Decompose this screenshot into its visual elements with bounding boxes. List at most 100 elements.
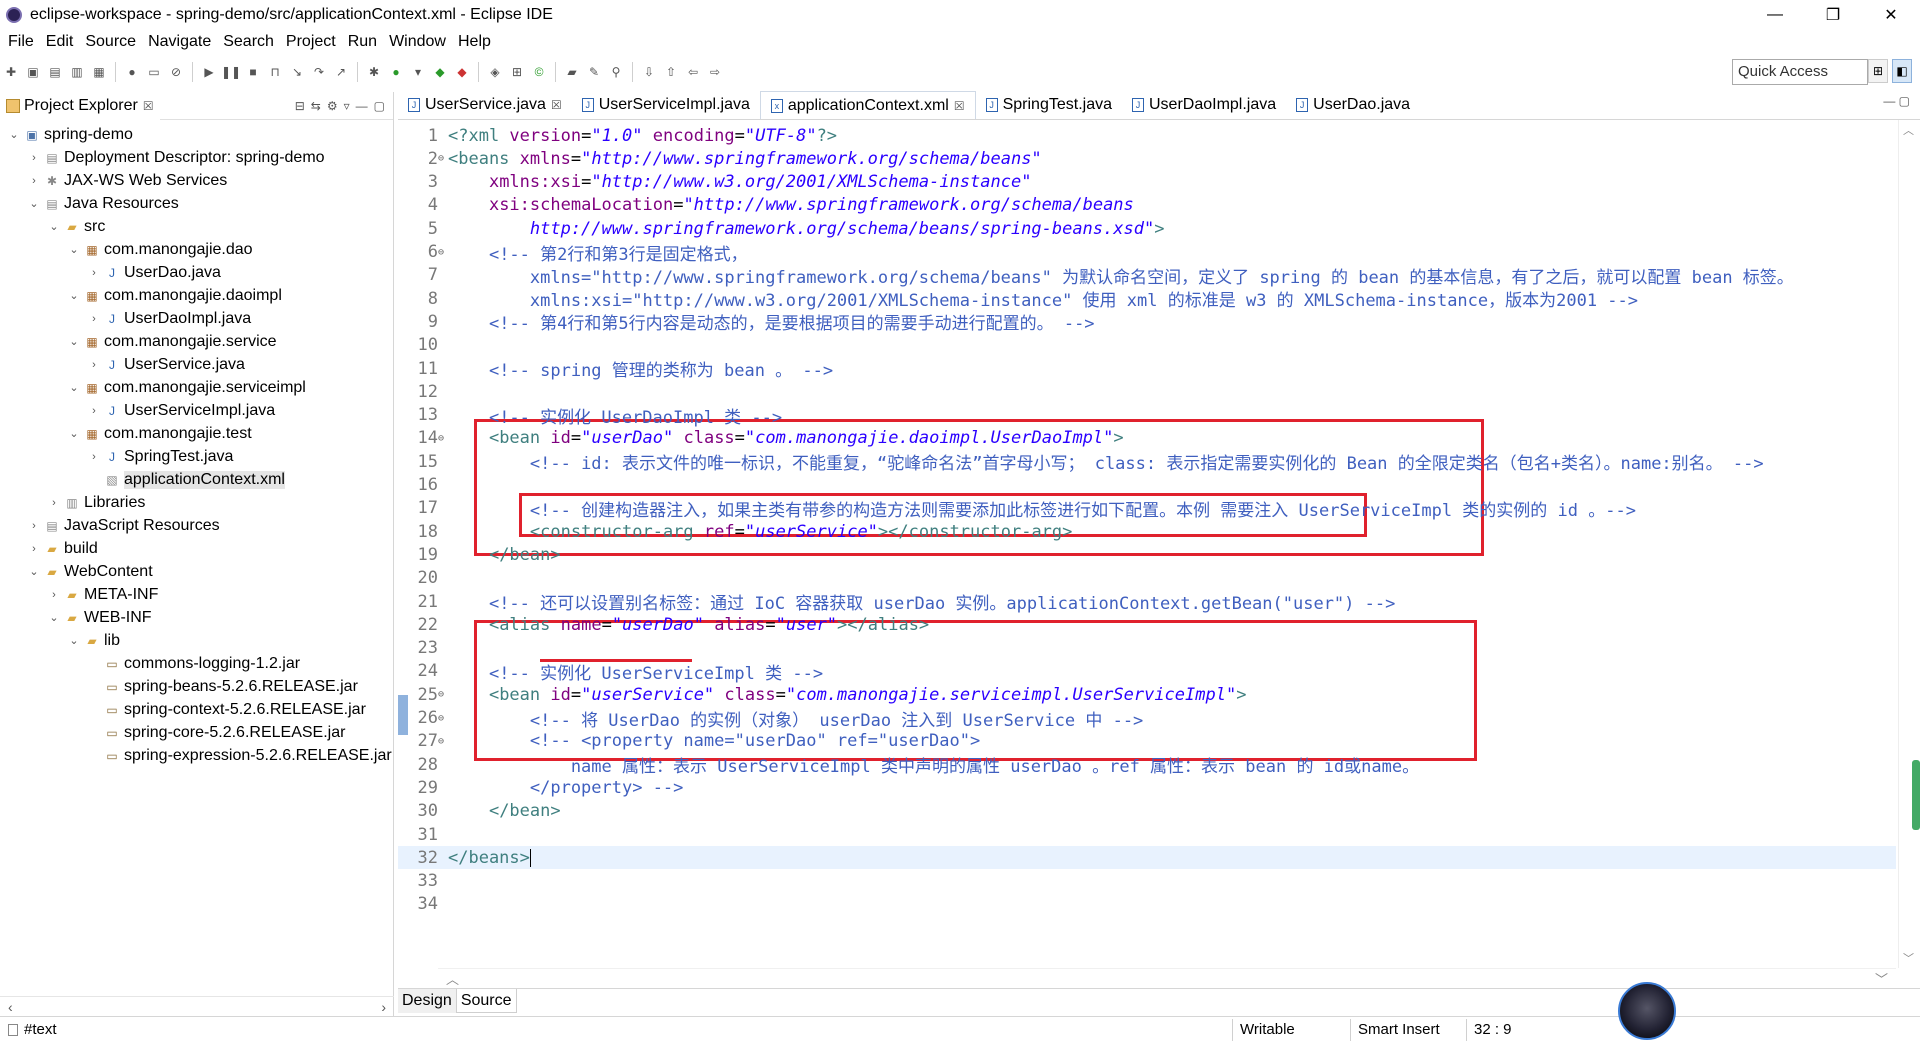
collapsed-chevron-icon[interactable]: › bbox=[86, 405, 102, 417]
back-icon[interactable]: ⇦ bbox=[685, 64, 701, 80]
tree-item[interactable]: ▭ spring-expression-5.2.6.RELEASE.jar bbox=[0, 744, 393, 767]
code-line[interactable]: 21 <!-- 还可以设置别名标签：通过 IoC 容器获取 userDao 实例… bbox=[398, 590, 1896, 615]
collapsed-chevron-icon[interactable]: › bbox=[46, 497, 62, 509]
expanded-chevron-icon[interactable]: ⌄ bbox=[66, 243, 82, 256]
open-perspective-icon[interactable]: ⊞ bbox=[1868, 59, 1888, 83]
tree-item[interactable]: › J UserServiceImpl.java bbox=[0, 399, 393, 422]
expanded-chevron-icon[interactable]: ⌄ bbox=[66, 381, 82, 394]
external-tools-icon[interactable]: ◆ bbox=[454, 64, 470, 80]
design-tab[interactable]: Design bbox=[398, 989, 456, 1013]
code-line[interactable]: 10 bbox=[398, 334, 1896, 357]
code-line[interactable]: 2 ⊖ <beans xmlns="http://www.springframewo… bbox=[398, 147, 1896, 170]
scroll-right-icon[interactable]: ﹀ bbox=[1875, 969, 1888, 988]
print-icon[interactable]: ▥ bbox=[69, 64, 85, 80]
tree-item[interactable]: ⌄ ▤ Java Resources bbox=[0, 192, 393, 215]
expanded-chevron-icon[interactable]: ⌄ bbox=[66, 634, 82, 647]
collapse-all-icon[interactable]: ⊟ bbox=[295, 99, 305, 113]
skip-breakpoints-icon[interactable]: ⊘ bbox=[168, 64, 184, 80]
expanded-chevron-icon[interactable]: ⌄ bbox=[46, 611, 62, 624]
code-line[interactable]: 25 ⊖ <bean id="userService" class="com.ma… bbox=[398, 683, 1896, 706]
code-line[interactable]: 9 <!-- 第4行和第5行内容是动态的，是要根据项目的需要手动进行配置的。 -… bbox=[398, 310, 1896, 335]
tree-item[interactable]: ▭ spring-beans-5.2.6.RELEASE.jar bbox=[0, 675, 393, 698]
minimize-view-icon[interactable]: — bbox=[356, 99, 368, 113]
tree-item[interactable]: › J SpringTest.java bbox=[0, 445, 393, 468]
scroll-down-icon[interactable]: ﹀ bbox=[1903, 950, 1914, 966]
coverage-icon[interactable]: ◆ bbox=[432, 64, 448, 80]
run-dropdown-icon[interactable]: ▾ bbox=[410, 64, 426, 80]
menu-search[interactable]: Search bbox=[223, 33, 274, 51]
view-menu-icon[interactable]: ▿ bbox=[344, 99, 350, 113]
expanded-chevron-icon[interactable]: ⌄ bbox=[66, 289, 82, 302]
menu-navigate[interactable]: Navigate bbox=[148, 33, 211, 51]
code-line[interactable]: 18 <constructor-arg ref="userService"></… bbox=[398, 520, 1896, 543]
code-line[interactable]: 33 bbox=[398, 870, 1896, 893]
search-icon[interactable]: ⚲ bbox=[608, 64, 624, 80]
collapsed-chevron-icon[interactable]: › bbox=[26, 175, 42, 187]
quick-access-input[interactable]: Quick Access bbox=[1732, 59, 1868, 85]
editor-tab[interactable]: x applicationContext.xml ☒ bbox=[759, 91, 976, 119]
code-line[interactable]: 34 bbox=[398, 893, 1896, 916]
code-line[interactable]: 8 xmlns:xsi="http://www.w3.org/2001/XMLS… bbox=[398, 287, 1896, 312]
code-line[interactable]: 1 <?xml version="1.0" encoding="UTF-8"?> bbox=[398, 124, 1896, 147]
new-java-project-icon[interactable]: ◈ bbox=[487, 64, 503, 80]
tree-item[interactable]: ⌄ ▦ com.manongajie.dao bbox=[0, 238, 393, 261]
code-line[interactable]: 22 <alias name="userDao" alias="user"></… bbox=[398, 613, 1896, 636]
tree-item[interactable]: › ▤ JavaScript Resources bbox=[0, 514, 393, 537]
project-explorer-tab[interactable]: Project Explorer ☒ bbox=[0, 91, 160, 120]
menu-window[interactable]: Window bbox=[389, 33, 446, 51]
new-package-icon[interactable]: ⊞ bbox=[509, 64, 525, 80]
open-task-icon[interactable]: ✎ bbox=[586, 64, 602, 80]
code-line[interactable]: 29 </property> --> bbox=[398, 776, 1896, 799]
menu-source[interactable]: Source bbox=[85, 33, 136, 51]
minimize-editor-icon[interactable]: — bbox=[1883, 94, 1895, 108]
open-type-icon[interactable]: ▰ bbox=[564, 64, 580, 80]
code-line[interactable]: 7 xmlns="http://www.springframework.org/… bbox=[398, 264, 1896, 288]
menu-run[interactable]: Run bbox=[348, 33, 377, 51]
maximize-editor-icon[interactable]: ▢ bbox=[1899, 94, 1910, 108]
fold-toggle-icon[interactable]: ⊖ bbox=[438, 433, 448, 444]
terminate-icon[interactable]: ■ bbox=[245, 64, 261, 80]
editor-tab[interactable]: J SpringTest.java bbox=[976, 91, 1122, 119]
code-line[interactable]: 11 <!-- spring 管理的类称为 bean 。 --> bbox=[398, 357, 1896, 382]
step-over-icon[interactable]: ↷ bbox=[311, 64, 327, 80]
restore-button[interactable]: ❐ bbox=[1804, 0, 1862, 30]
editor-vertical-scrollbar[interactable]: ︿ ﹀ bbox=[1898, 120, 1920, 968]
collapsed-chevron-icon[interactable]: › bbox=[26, 520, 42, 532]
tree-item[interactable]: › ▥ Libraries bbox=[0, 491, 393, 514]
new-icon[interactable]: ✚ bbox=[3, 64, 19, 80]
scroll-up-icon[interactable]: ︿ bbox=[1903, 122, 1914, 138]
code-line[interactable]: 16 bbox=[398, 474, 1896, 497]
tree-item[interactable]: ⌄ ▣ spring-demo bbox=[0, 123, 393, 146]
javaee-perspective-icon[interactable]: ◧ bbox=[1892, 59, 1912, 83]
forward-icon[interactable]: ⇨ bbox=[707, 64, 723, 80]
editor-tab[interactable]: J UserService.java ☒ bbox=[398, 91, 572, 119]
expanded-chevron-icon[interactable]: ⌄ bbox=[46, 220, 62, 233]
tree-item[interactable]: ▭ spring-context-5.2.6.RELEASE.jar bbox=[0, 698, 393, 721]
tree-item[interactable]: › ✱ JAX-WS Web Services bbox=[0, 169, 393, 192]
fold-toggle-icon[interactable]: ⊖ bbox=[438, 736, 448, 747]
tree-item[interactable]: › J UserService.java bbox=[0, 353, 393, 376]
step-into-icon[interactable]: ↘ bbox=[289, 64, 305, 80]
source-tab[interactable]: Source bbox=[455, 989, 517, 1013]
suspend-icon[interactable]: ❚❚ bbox=[221, 64, 241, 80]
tree-item[interactable]: › ▰ META-INF bbox=[0, 583, 393, 606]
tree-item[interactable]: ▧ applicationContext.xml bbox=[0, 468, 393, 491]
collapsed-chevron-icon[interactable]: › bbox=[46, 589, 62, 601]
tree-item[interactable]: ⌄ ▰ src bbox=[0, 215, 393, 238]
code-line[interactable]: 5 http://www.springframework.org/schema/… bbox=[398, 217, 1896, 240]
close-button[interactable]: ✕ bbox=[1862, 0, 1920, 30]
tree-item[interactable]: ⌄ ▦ com.manongajie.serviceimpl bbox=[0, 376, 393, 399]
fold-toggle-icon[interactable]: ⊖ bbox=[438, 247, 448, 258]
xml-source-editor[interactable]: 1 <?xml version="1.0" encoding="UTF-8"?> 2… bbox=[398, 120, 1896, 968]
editor-tab[interactable]: J UserDao.java bbox=[1286, 91, 1420, 119]
save-all-icon[interactable]: ▤ bbox=[47, 64, 63, 80]
debug-icon[interactable]: ✱ bbox=[366, 64, 382, 80]
collapsed-chevron-icon[interactable]: › bbox=[86, 267, 102, 279]
disconnect-icon[interactable]: ⊓ bbox=[267, 64, 283, 80]
tree-item[interactable]: › J UserDao.java bbox=[0, 261, 393, 284]
minimize-button[interactable]: — bbox=[1746, 0, 1804, 30]
fold-toggle-icon[interactable]: ⊖ bbox=[438, 153, 448, 164]
code-line[interactable]: 6 ⊖ <!-- 第2行和第3行是固定格式， bbox=[398, 241, 1896, 265]
filters-icon[interactable]: ⚙ bbox=[327, 99, 338, 113]
scroll-right-icon[interactable]: › bbox=[381, 999, 386, 1015]
